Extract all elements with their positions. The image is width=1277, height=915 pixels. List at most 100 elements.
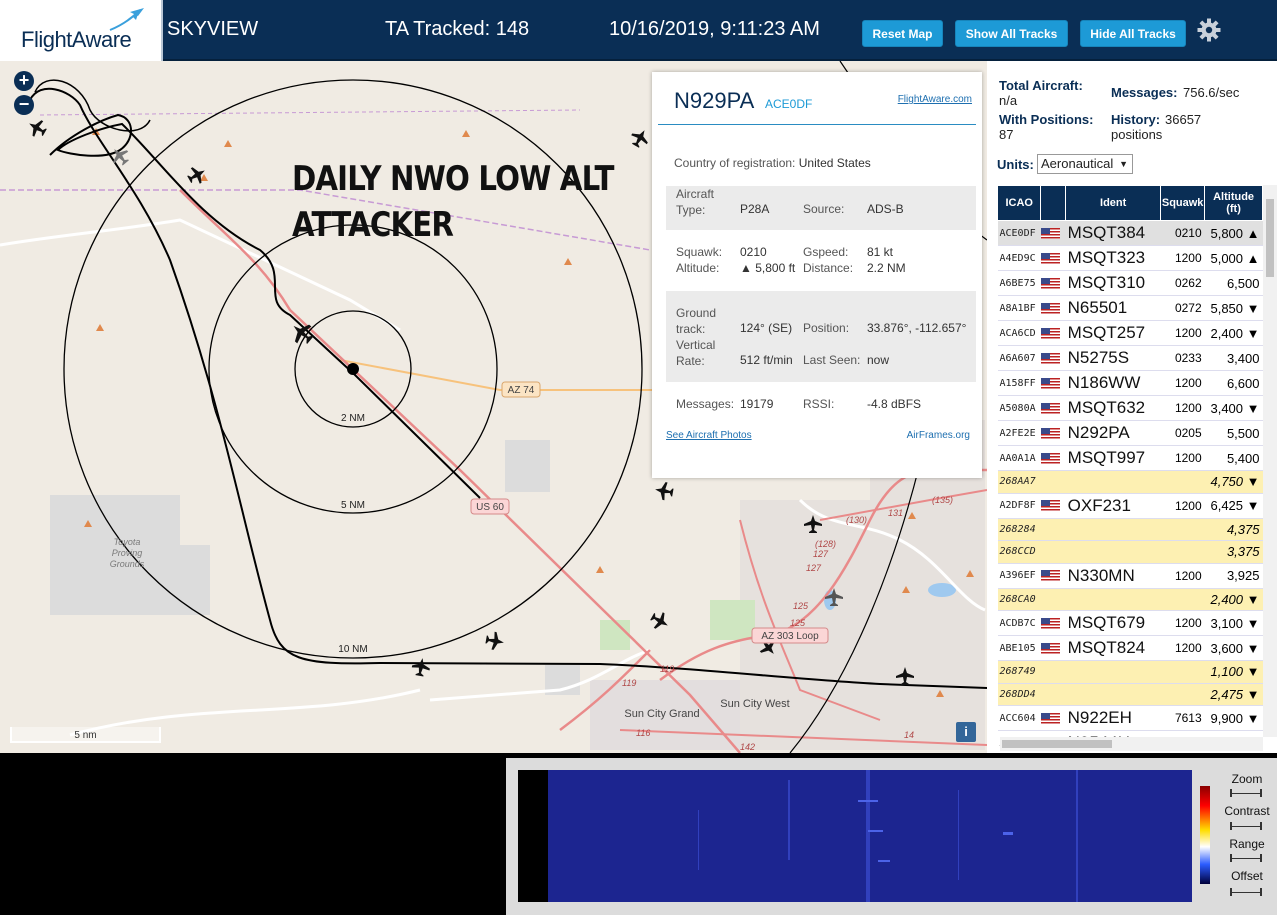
row-ident (1065, 588, 1161, 611)
row-squawk (1160, 683, 1205, 706)
aircraft-icon[interactable] (628, 126, 653, 151)
table-row[interactable]: 268749 1,100 ▼ (997, 660, 1263, 684)
aircraft-icon[interactable] (25, 116, 50, 141)
units-select[interactable]: Aeronautical ▼ (1037, 154, 1133, 174)
col-altitude[interactable]: Altitude (ft) (1204, 185, 1263, 221)
row-ident: N5275S (1065, 345, 1161, 371)
row-ident (1065, 683, 1161, 706)
table-row[interactable]: 268CA0 2,400 ▼ (997, 588, 1263, 611)
waterfall-display[interactable] (518, 770, 1192, 902)
table-row[interactable]: 268CCD 3,375 (997, 540, 1263, 564)
caption-line: DAILY NWO LOW ALT (292, 159, 614, 199)
route-number: 116 (636, 728, 650, 738)
scrollbar-thumb[interactable] (1266, 199, 1274, 277)
table-row[interactable]: A4ED9C MSQT323 1200 5,000 ▲ (997, 245, 1263, 271)
flightaware-link[interactable]: FlightAware.com (898, 94, 972, 105)
aircraft-icon[interactable] (648, 609, 673, 634)
row-ident: MSQT824 (1065, 635, 1161, 661)
gspeed-value: 81 kt (867, 245, 894, 259)
zoom-slider[interactable] (1230, 789, 1262, 797)
ring-label: 5 NM (341, 500, 365, 511)
flightaware-logo[interactable]: FlightAware (0, 0, 163, 61)
range-control-label: Range (1229, 837, 1265, 851)
table-row[interactable]: 268284 4,375 (997, 518, 1263, 541)
col-ident[interactable]: Ident (1065, 185, 1162, 221)
total-aircraft-value: n/a (999, 93, 1018, 108)
offset-slider[interactable] (1230, 888, 1262, 896)
row-squawk: 1200 (1160, 395, 1205, 421)
table-row[interactable]: AA0A1A MSQT997 1200 5,400 (997, 445, 1263, 471)
row-altitude: 3,600 ▼ (1204, 635, 1263, 661)
table-row[interactable]: 268DD4 2,475 ▼ (997, 683, 1263, 706)
row-squawk: 0262 (1160, 270, 1205, 296)
map-info-button[interactable]: i (956, 722, 976, 742)
table-row[interactable]: A158FF N186WW 1200 6,600 (997, 370, 1263, 396)
route-number: 125 (790, 618, 806, 628)
ring-label: 2 NM (341, 413, 365, 424)
table-row[interactable]: A2FE2E N292PA 0205 5,500 (997, 420, 1263, 446)
table-row[interactable]: A5080A MSQT632 1200 3,400 ▼ (997, 395, 1263, 421)
row-ident: MSQT632 (1065, 395, 1161, 421)
table-row[interactable]: ABE105 MSQT824 1200 3,600 ▼ (997, 635, 1263, 661)
road-label: AZ 303 Loop (761, 631, 819, 642)
aircraft-icon[interactable] (485, 631, 506, 652)
col-icao[interactable]: ICAO (996, 185, 1042, 221)
squawk-value: 0210 (740, 245, 767, 259)
altitude-value: ▲ 5,800 ft (740, 261, 796, 275)
table-row[interactable]: A6A607 N5275S 0233 3,400 (997, 345, 1263, 371)
row-squawk: 7613 (1160, 705, 1205, 731)
row-ident: N292PA (1065, 420, 1161, 446)
table-row[interactable]: A6BE75 MSQT310 0262 6,500 (997, 270, 1263, 296)
zoom-in-button[interactable]: + (14, 71, 34, 91)
aircraft-photos-link[interactable]: See Aircraft Photos (666, 430, 752, 441)
zoom-control-label: Zoom (1231, 772, 1263, 786)
contrast-slider[interactable] (1230, 822, 1262, 830)
row-flag (1040, 660, 1066, 684)
aircraft-icon[interactable] (654, 481, 675, 502)
col-squawk[interactable]: Squawk (1160, 185, 1206, 221)
source-value: ADS-B (867, 202, 904, 216)
table-row[interactable]: ACA6CD MSQT257 1200 2,400 ▼ (997, 320, 1263, 346)
aircraft-table: ICAO Ident Squawk Altitude (ft) ACE0DF MS… (996, 185, 1263, 756)
row-altitude: 5,400 (1204, 445, 1263, 471)
lastseen-value: now (867, 353, 890, 367)
row-ident: N330MN (1065, 563, 1161, 589)
row-squawk (1160, 470, 1205, 494)
hide-all-tracks-button[interactable]: Hide All Tracks (1080, 20, 1186, 47)
gear-icon[interactable] (1196, 17, 1222, 43)
aircraft-info-popup: N929PA ACE0DF FlightAware.com Country of… (652, 72, 982, 478)
row-icao: ACDB7C (997, 610, 1041, 636)
table-row[interactable]: 268AA7 4,750 ▼ (997, 470, 1263, 494)
aircraft-icon[interactable] (185, 163, 210, 188)
col-flag[interactable] (1040, 185, 1067, 221)
table-vertical-scrollbar[interactable] (1263, 185, 1277, 737)
row-ident (1065, 540, 1161, 564)
table-row[interactable]: ACDB7C MSQT679 1200 3,100 ▼ (997, 610, 1263, 636)
table-row[interactable]: ACC604 N922EH 7613 9,900 ▼ (997, 705, 1263, 731)
table-row[interactable]: A2DF8F OXF231 1200 6,425 ▼ (997, 493, 1263, 519)
row-flag (1040, 320, 1066, 346)
show-all-tracks-button[interactable]: Show All Tracks (955, 20, 1068, 47)
row-icao: A6A607 (997, 345, 1041, 371)
aircraft-icon[interactable] (411, 657, 432, 678)
distance-label: Distance: (803, 261, 854, 275)
peak-marker (462, 130, 470, 137)
row-flag (1040, 270, 1066, 296)
range-slider[interactable] (1230, 854, 1262, 862)
row-icao: A4ED9C (997, 245, 1041, 271)
airframes-link[interactable]: AirFrames.org (907, 430, 970, 441)
track-value: 124° (SE) (740, 321, 793, 335)
table-row[interactable]: ACE0DF MSQT384 0210 5,800 ▲ (997, 220, 1263, 246)
peak-marker (224, 140, 232, 147)
scale-bar: 5 nm (10, 727, 161, 743)
row-flag (1040, 445, 1066, 471)
lake (928, 583, 956, 597)
zoom-out-button[interactable]: − (14, 95, 34, 115)
table-horizontal-scrollbar[interactable] (1000, 737, 1263, 751)
table-row[interactable]: A8A1BF N65501 0272 5,850 ▼ (997, 295, 1263, 321)
map-view[interactable]: 2 NM 5 NM 10 NM AZ 74 US 60 AZ 303 Loop … (0, 61, 987, 753)
us-flag-icon (1040, 377, 1060, 389)
scrollbar-thumb[interactable] (1002, 740, 1112, 748)
table-row[interactable]: A396EF N330MN 1200 3,925 (997, 563, 1263, 589)
reset-map-button[interactable]: Reset Map (862, 20, 943, 47)
